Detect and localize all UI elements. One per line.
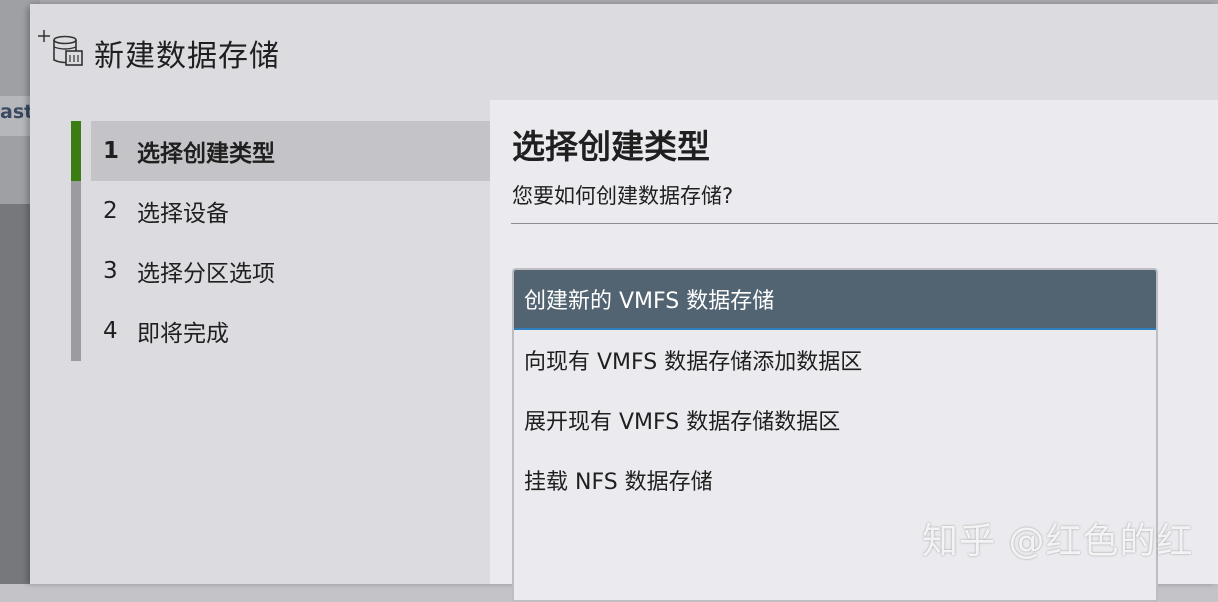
new-datastore-icon <box>38 30 83 66</box>
option-label: 挂载 NFS 数据存储 <box>524 470 713 495</box>
active-step-indicator <box>71 121 81 181</box>
option-label: 创建新的 VMFS 数据存储 <box>524 289 775 314</box>
step-select-partition-options[interactable]: 3 选择分区选项 <box>91 241 490 301</box>
dialog-title: 新建数据存储 <box>94 39 280 74</box>
step-select-device[interactable]: 2 选择设备 <box>91 181 490 241</box>
step-number: 1 <box>103 138 120 164</box>
option-create-new-vmfs[interactable]: 创建新的 VMFS 数据存储 <box>514 270 1156 330</box>
wizard-steps: 1 选择创建类型 2 选择设备 3 选择分区选项 4 即将完成 <box>30 100 490 584</box>
dialog-header: 新建数据存储 <box>30 4 1218 100</box>
page-subtitle: 您要如何创建数据存储? <box>512 184 734 208</box>
option-add-extent-vmfs[interactable]: 向现有 VMFS 数据存储添加数据区 <box>514 330 1156 390</box>
new-datastore-dialog: 新建数据存储 1 选择创建类型 2 选择设备 3 选择分区选项 4 即将完成 选… <box>30 4 1218 602</box>
step-label: 即将完成 <box>137 321 229 347</box>
option-label: 向现有 VMFS 数据存储添加数据区 <box>524 350 863 375</box>
option-mount-nfs[interactable]: 挂载 NFS 数据存储 <box>514 450 1156 510</box>
option-label: 展开现有 VMFS 数据存储数据区 <box>524 410 841 435</box>
step-select-creation-type[interactable]: 1 选择创建类型 <box>91 121 490 181</box>
option-expand-extent-vmfs[interactable]: 展开现有 VMFS 数据存储数据区 <box>514 390 1156 450</box>
divider <box>511 223 1218 224</box>
step-ready-to-complete[interactable]: 4 即将完成 <box>91 301 490 361</box>
step-label: 选择创建类型 <box>137 141 275 167</box>
step-number: 3 <box>103 258 118 284</box>
step-label: 选择分区选项 <box>137 261 275 287</box>
page-title: 选择创建类型 <box>512 127 710 166</box>
step-number: 4 <box>103 318 118 344</box>
steps-progress-bar <box>71 121 81 361</box>
background-fragment-text: ast <box>0 101 34 123</box>
watermark: 知乎 @红色的红 <box>922 521 1194 562</box>
step-number: 2 <box>103 198 118 224</box>
step-label: 选择设备 <box>137 201 229 227</box>
